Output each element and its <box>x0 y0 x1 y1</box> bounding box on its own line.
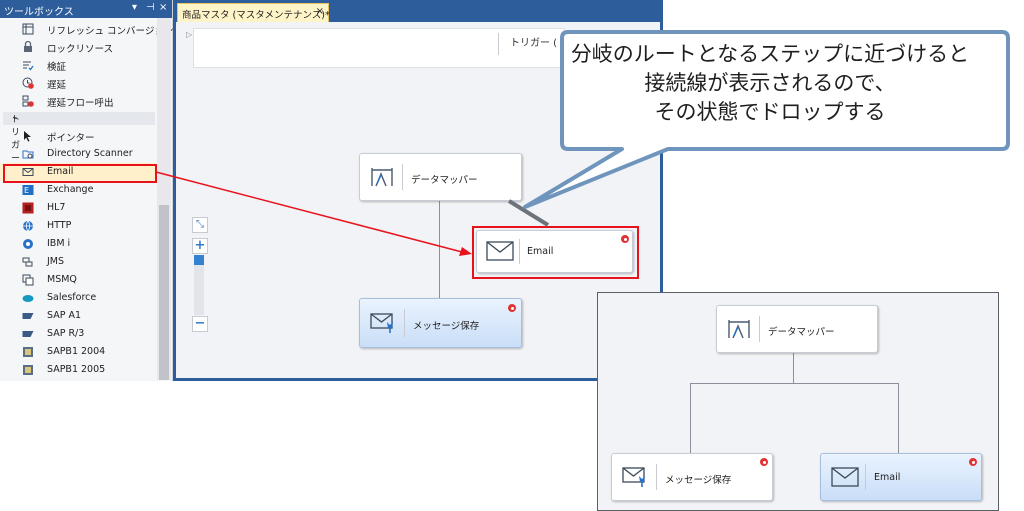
data-mapper-icon <box>728 320 750 339</box>
email-icon <box>831 467 859 487</box>
drag-arrow <box>155 171 463 253</box>
result-connector-branch <box>690 383 899 384</box>
result-connector-trunk <box>793 352 794 383</box>
result-node-save-message[interactable]: メッセージ保存 <box>611 453 773 501</box>
drag-arrow-head <box>459 247 472 256</box>
gear-icon[interactable] <box>969 458 977 466</box>
save-message-icon <box>622 467 645 487</box>
result-node-email[interactable]: Email <box>820 453 982 501</box>
callout-text: 分岐のルートとなるステップに近づけると 接続線が表示されるので、 その状態でドロ… <box>570 42 970 124</box>
result-connector-right <box>898 383 899 453</box>
gear-icon[interactable] <box>760 458 768 466</box>
result-connector-left <box>690 383 691 453</box>
result-node-data-mapper[interactable]: データマッパー <box>716 305 878 353</box>
